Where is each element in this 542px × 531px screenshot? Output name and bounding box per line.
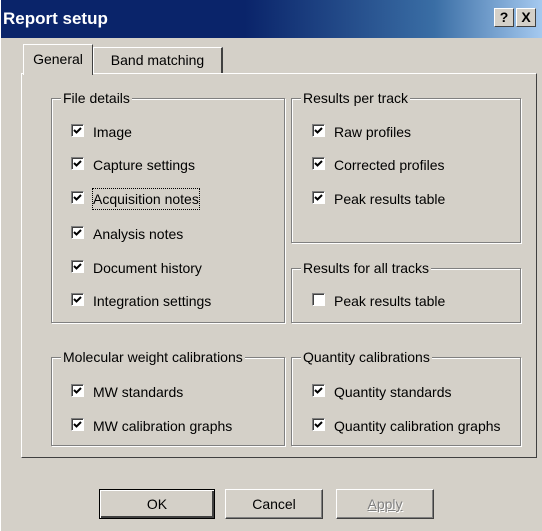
check-icon xyxy=(312,384,325,397)
checkbox-label: Peak results table xyxy=(334,293,446,309)
report-setup-dialog: Report setup ? X General Band matching F… xyxy=(0,0,542,531)
quantity-calibrations-title: Quantity calibrations xyxy=(301,348,432,366)
checkbox-label: Quantity calibration graphs xyxy=(334,418,501,434)
ok-button[interactable]: OK xyxy=(99,489,215,519)
file-details-group: File details xyxy=(51,89,285,323)
close-button[interactable]: X xyxy=(516,8,536,27)
check-icon xyxy=(71,293,84,306)
check-icon xyxy=(71,191,84,204)
check-icon xyxy=(71,124,84,137)
check-icon xyxy=(71,260,84,273)
checkbox-label: Corrected profiles xyxy=(334,157,445,173)
file-details-title: File details xyxy=(61,89,132,107)
checkbox-label: Peak results table xyxy=(334,191,446,207)
check-icon xyxy=(312,418,325,431)
check-icon xyxy=(71,157,84,170)
cancel-button[interactable]: Cancel xyxy=(225,489,323,519)
checkbox-label: Analysis notes xyxy=(93,226,184,242)
check-icon xyxy=(312,157,325,170)
tab-band-matching[interactable]: Band matching xyxy=(93,47,223,74)
check-icon xyxy=(312,124,325,137)
checkbox-label: Integration settings xyxy=(93,293,212,309)
apply-button-label: Apply xyxy=(367,496,403,512)
results-all-tracks-title: Results for all tracks xyxy=(301,259,432,277)
checkbox-label: MW calibration graphs xyxy=(93,418,233,434)
checkbox-label: Image xyxy=(93,124,132,140)
title-bar[interactable]: Report setup ? X xyxy=(1,0,542,38)
checkbox-label: Acquisition notes xyxy=(92,188,200,210)
check-icon xyxy=(71,384,84,397)
checkbox-label: Quantity standards xyxy=(334,384,452,400)
checkbox-label: MW standards xyxy=(93,384,184,400)
apply-button[interactable]: Apply xyxy=(336,489,434,519)
tab-general[interactable]: General xyxy=(23,44,93,75)
results-per-track-title: Results per track xyxy=(301,89,411,107)
checkbox-label: Document history xyxy=(93,260,202,276)
unchecked-box-icon xyxy=(312,293,325,306)
check-icon xyxy=(71,418,84,431)
window-title: Report setup xyxy=(3,9,108,28)
check-icon xyxy=(312,191,325,204)
check-icon xyxy=(71,226,84,239)
help-button[interactable]: ? xyxy=(494,8,514,27)
checkbox-label: Capture settings xyxy=(93,157,195,173)
tab-panel-general: File details Results per track Results f… xyxy=(21,73,537,458)
checkbox-label: Raw profiles xyxy=(334,124,412,140)
mw-calibrations-title: Molecular weight calibrations xyxy=(61,348,245,366)
